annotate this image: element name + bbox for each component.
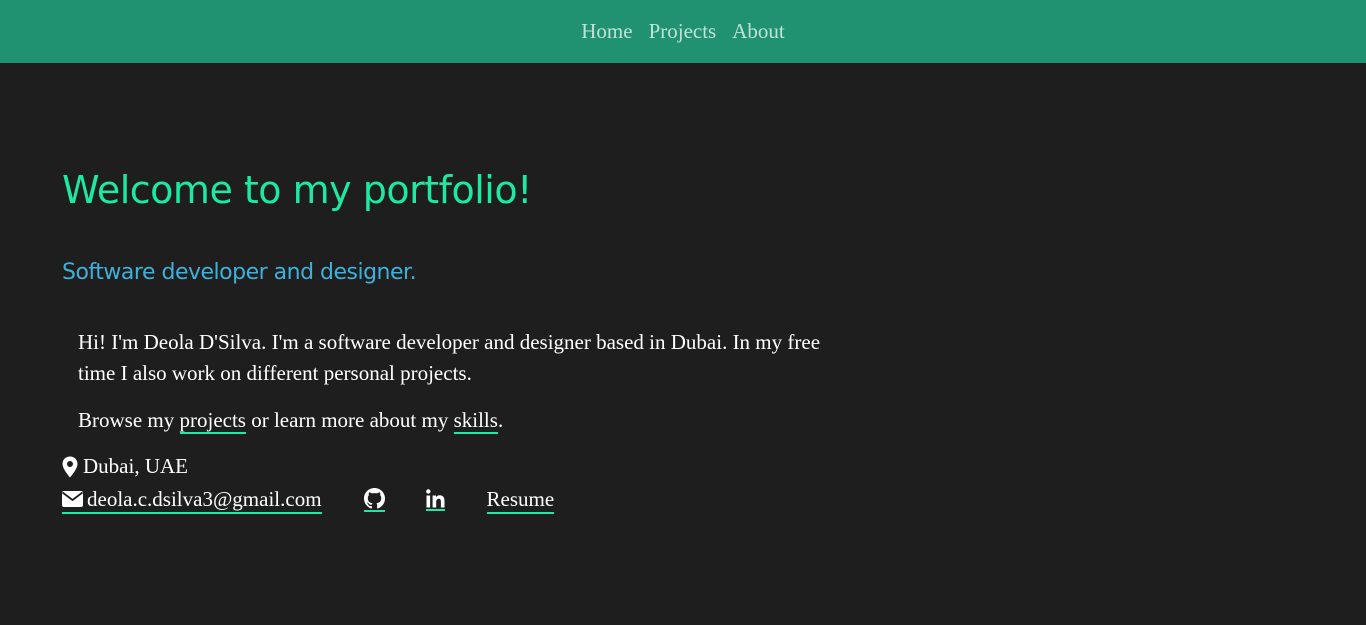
nav-home-link[interactable]: Home [581,19,632,44]
resume-link[interactable]: Resume [486,487,555,514]
email-text: deola.c.dsilva3@gmail.com [87,486,322,511]
browse-suffix: . [497,408,504,432]
skills-link[interactable]: skills [453,408,498,434]
location-text: Dubai, UAE [83,454,188,478]
nav-projects-link[interactable]: Projects [649,19,717,44]
envelope-icon [62,491,83,507]
browse-prefix: Browse my [78,408,180,432]
email-link[interactable]: deola.c.dsilva3@gmail.com [62,487,322,514]
linkedin-icon [425,489,445,508]
intro-paragraph: Hi! I'm Deola D'Silva. I'm a software de… [78,330,821,385]
browse-paragraph: Browse my projects or learn more about m… [78,405,503,436]
linkedin-link[interactable] [425,489,445,511]
navbar: Home Projects About [0,0,1366,63]
map-marker-icon [62,456,78,478]
browse-middle: or learn more about my [245,408,454,432]
projects-link[interactable]: projects [179,408,246,434]
contact-row: deola.c.dsilva3@gmail.com Resume [62,486,555,514]
page-subtitle: Software developer and designer. [62,260,417,285]
location: Dubai, UAE [62,454,188,479]
github-icon [363,488,385,509]
nav-links: Home Projects About [0,0,1366,63]
github-link[interactable] [363,488,385,512]
nav-about-link[interactable]: About [732,19,785,44]
page-title: Welcome to my portfolio! [62,168,532,212]
